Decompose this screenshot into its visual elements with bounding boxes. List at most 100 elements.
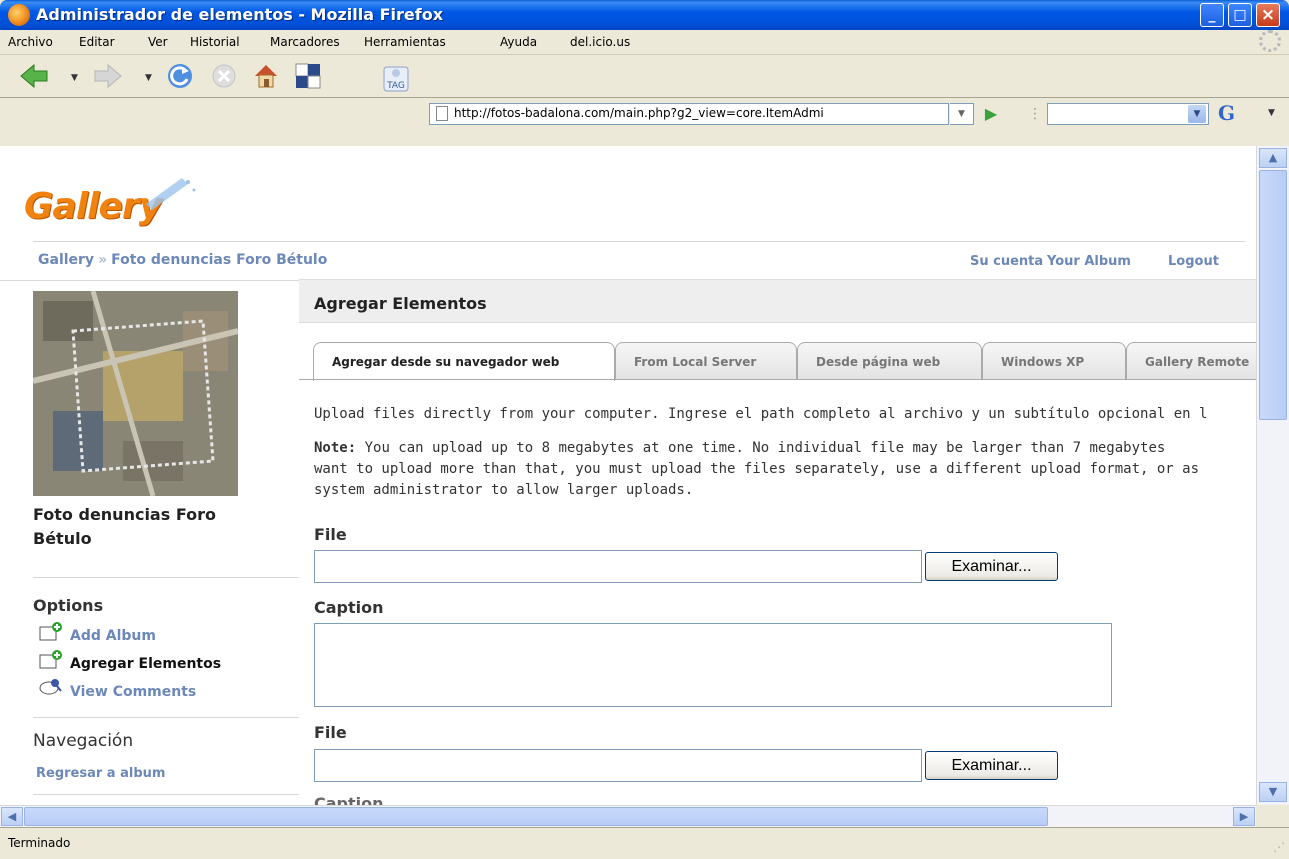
browse-button-2[interactable]: Examinar... — [925, 751, 1058, 780]
add-items-icon — [39, 650, 62, 669]
back-dropdown-icon[interactable]: ▼ — [71, 73, 78, 83]
gallery-logo[interactable]: Gallery — [24, 174, 196, 234]
scroll-down-icon[interactable]: ▼ — [1259, 782, 1287, 802]
scroll-corner — [1256, 805, 1289, 827]
menu-editar[interactable]: Editar — [79, 35, 115, 49]
breadcrumb: Gallery» Foto denuncias Foro Bétulo — [38, 252, 327, 268]
minimize-button[interactable]: _ — [1200, 3, 1224, 27]
status-bar: Terminado ⋰ — [0, 827, 1289, 859]
tab-gallery-remote[interactable]: Gallery Remote — [1126, 342, 1256, 380]
logo-text: Gallery — [24, 186, 162, 227]
menu-archivo[interactable]: Archivo — [8, 35, 53, 49]
close-button[interactable]: × — [1256, 3, 1280, 27]
toolbar-overflow-icon[interactable]: ▼ — [1268, 108, 1275, 118]
tab-windows-xp[interactable]: Windows XP — [982, 342, 1126, 380]
stop-button[interactable] — [208, 61, 240, 91]
tab-local-server[interactable]: From Local Server — [615, 342, 797, 380]
menu-ver[interactable]: Ver — [148, 35, 168, 49]
go-button[interactable]: ▶ — [980, 104, 1002, 126]
forward-arrow-icon — [94, 63, 122, 89]
file-input-2[interactable] — [314, 749, 922, 782]
link-logout[interactable]: Logout — [1168, 254, 1219, 269]
horizontal-scroll-thumb[interactable] — [24, 807, 1048, 826]
album-thumbnail[interactable] — [33, 291, 238, 496]
breadcrumb-separator: » — [98, 252, 108, 268]
forward-dropdown-icon[interactable]: ▼ — [145, 73, 152, 83]
menu-historial[interactable]: Historial — [190, 35, 240, 49]
menubar: Archivo Editar Ver Historial Marcadores … — [0, 30, 1289, 55]
back-button[interactable] — [18, 61, 50, 91]
navigation-heading: Navegación — [33, 731, 134, 751]
add-items-link[interactable]: Agregar Elementos — [70, 656, 221, 672]
sidebar-divider — [33, 577, 299, 578]
header-divider — [33, 241, 1245, 242]
sidebar-divider-3 — [33, 794, 299, 795]
url-text[interactable]: http://fotos-badalona.com/main.php?g2_vi… — [454, 106, 944, 120]
menu-delicious[interactable]: del.icio.us — [570, 35, 630, 49]
tab-browser-upload[interactable]: Agregar desde su navegador web — [313, 342, 615, 381]
sidebar-divider-2 — [33, 717, 299, 718]
window-title: Administrador de elementos - Mozilla Fir… — [36, 5, 444, 24]
search-input[interactable] — [1047, 103, 1209, 125]
back-to-album-link[interactable]: Regresar a album — [36, 766, 165, 781]
firefox-icon — [8, 4, 30, 26]
scroll-left-icon[interactable]: ◀ — [1, 807, 23, 826]
vertical-scroll-thumb[interactable] — [1259, 170, 1287, 420]
intro-text: Upload files directly from your computer… — [314, 406, 1208, 422]
browse-button-1[interactable]: Examinar... — [925, 552, 1058, 581]
breadcrumb-root[interactable]: Gallery — [38, 252, 94, 268]
tag-icon: TAG — [383, 66, 409, 92]
tag-button[interactable]: TAG — [380, 63, 412, 93]
home-icon — [255, 65, 277, 88]
window-titlebar[interactable]: Administrador de elementos - Mozilla Fir… — [0, 0, 1289, 30]
forward-button[interactable] — [92, 61, 124, 91]
back-arrow-icon — [20, 63, 48, 89]
navigation-toolbar: ▼ ▼ TAG — [0, 55, 1289, 98]
horizontal-scrollbar[interactable]: ◀ ▶ — [0, 805, 1256, 827]
note-label: Note: — [314, 440, 357, 456]
caption-textarea[interactable] — [314, 623, 1112, 707]
menu-ayuda[interactable]: Ayuda — [500, 35, 537, 49]
add-album-link[interactable]: Add Album — [70, 628, 156, 644]
file-label-2: File — [314, 723, 347, 742]
reload-icon — [168, 64, 192, 88]
page-icon — [436, 106, 448, 121]
link-su-cuenta[interactable]: Su cuenta — [970, 254, 1043, 269]
link-your-album[interactable]: Your Album — [1047, 254, 1131, 269]
svg-text:TAG: TAG — [386, 81, 405, 91]
main-title: Agregar Elementos — [314, 294, 487, 313]
note-line-3: system administrator to allow larger upl… — [314, 482, 694, 498]
checker-icon — [295, 63, 321, 89]
file-input-1[interactable] — [314, 550, 922, 583]
status-text: Terminado — [8, 836, 71, 850]
scroll-up-icon[interactable]: ▲ — [1259, 148, 1287, 168]
options-heading: Options — [33, 596, 104, 615]
url-dropdown-icon[interactable]: ▼ — [950, 103, 974, 125]
scroll-right-icon[interactable]: ▶ — [1233, 807, 1255, 826]
page-viewport: Gallery Gallery» Foto denuncias Foro Bétu… — [0, 146, 1256, 805]
aerial-photo-image — [33, 291, 238, 496]
breadcrumb-current[interactable]: Foto denuncias Foro Bétulo — [111, 252, 327, 268]
resize-grip-icon[interactable]: ⋰ — [1273, 840, 1285, 854]
sparkle-icon — [146, 178, 196, 210]
album-title: Foto denuncias Foro Bétulo — [33, 505, 216, 548]
caption-label: Caption — [314, 598, 384, 617]
search-dropdown-icon[interactable]: ▼ — [1188, 105, 1206, 123]
vertical-scrollbar[interactable]: ▲ ▼ — [1256, 146, 1289, 805]
view-comments-link[interactable]: View Comments — [70, 684, 196, 700]
add-album-icon — [39, 622, 62, 641]
tab-web-page[interactable]: Desde página web — [797, 342, 982, 380]
maximize-button[interactable]: □ — [1228, 3, 1252, 27]
note-line-2: want to upload more than that, you must … — [314, 461, 1200, 477]
file-label-1: File — [314, 525, 347, 544]
bookmark-button[interactable] — [292, 61, 324, 91]
note-line-1: Note: You can upload up to 8 megabytes a… — [314, 438, 1165, 459]
reload-button[interactable] — [164, 61, 196, 91]
stop-icon — [212, 64, 236, 88]
toolbar-splitter-icon[interactable]: ⋮ — [1028, 106, 1042, 122]
menu-herramientas[interactable]: Herramientas — [364, 35, 446, 49]
note-text-1: You can upload up to 8 megabytes at one … — [356, 440, 1166, 456]
home-button[interactable] — [250, 61, 282, 91]
menu-marcadores[interactable]: Marcadores — [270, 35, 340, 49]
search-engine-icon[interactable]: G — [1218, 101, 1235, 125]
